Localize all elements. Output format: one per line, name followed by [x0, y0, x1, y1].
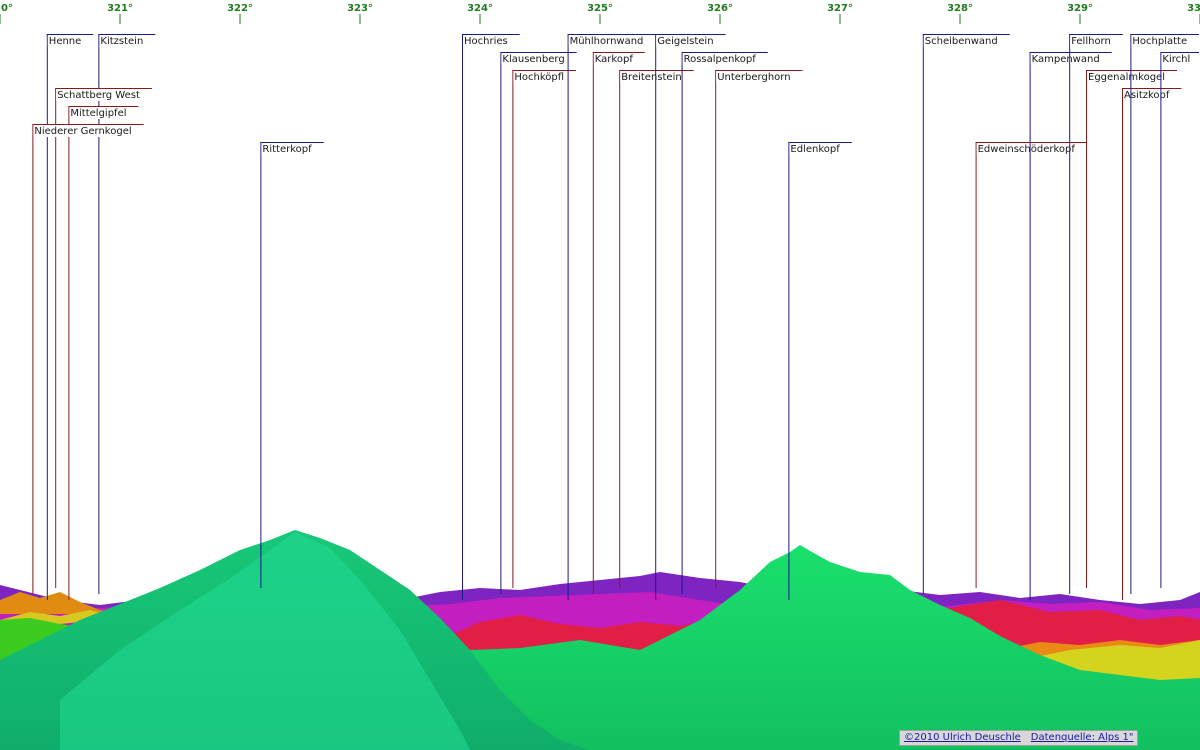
- peak-marker[interactable]: Rossalpenkopf: [681, 52, 768, 594]
- copyright-link[interactable]: ©2010 Ulrich Deuschle: [904, 732, 1021, 743]
- peak-marker[interactable]: Kirchl: [1160, 52, 1199, 588]
- peak-name: Eggenalmkogel: [1088, 72, 1165, 83]
- peak-name: Hochplatte: [1132, 36, 1187, 47]
- peak-name: Fellhorn: [1071, 36, 1111, 47]
- azimuth-tick-label: 320°: [0, 3, 13, 14]
- azimuth-tick-label: 324°: [467, 3, 493, 14]
- data-source-link[interactable]: Datenquelle: Alps 1": [1031, 732, 1134, 743]
- peak-marker[interactable]: Mittelgipfel: [68, 106, 139, 600]
- azimuth-tick-label: 326°: [707, 3, 733, 14]
- peak-marker[interactable]: Ritterkopf: [260, 142, 324, 588]
- azimuth-scale: 320° 321° 322° 323° 324° 325° 326° 327° 328° 329°…: [0, 3, 1200, 24]
- peak-marker[interactable]: Kampenwand: [1029, 52, 1112, 600]
- peak-marker[interactable]: Edlenkopf: [788, 142, 852, 600]
- peak-name: Geigelstein: [657, 36, 713, 47]
- peak-name: Hochries: [464, 36, 508, 47]
- panorama-viewport: 320° 321° 322° 323° 324° 325° 326° 327° 328° 329°…: [0, 0, 1200, 750]
- peak-name: Mittelgipfel: [70, 108, 126, 119]
- credit-bar: ©2010 Ulrich Deuschle Datenquelle: Alps 1…: [899, 730, 1139, 746]
- peak-name: Mühlhornwand: [570, 36, 644, 47]
- peak-name: Henne: [49, 36, 82, 47]
- peak-labels: Henne Kitzstein Schattberg West Mittelgipfe…: [32, 34, 1199, 600]
- azimuth-tick-label: 329°: [1067, 3, 1093, 14]
- peak-marker[interactable]: Schattberg West: [55, 88, 152, 588]
- peak-marker[interactable]: Fellhorn: [1069, 34, 1123, 594]
- peak-name: Karkopf: [595, 54, 634, 65]
- peak-marker[interactable]: Mühlhornwand: [567, 34, 656, 600]
- azimuth-tick-label: 328°: [947, 3, 973, 14]
- peak-marker[interactable]: Eggenalmkogel: [1086, 70, 1177, 588]
- peak-name: Hochköpfl: [514, 72, 564, 83]
- azimuth-tick-label: 321°: [107, 3, 133, 14]
- peak-name: Edlenkopf: [790, 144, 840, 155]
- peak-name: Unterberghorn: [717, 72, 790, 83]
- peak-marker[interactable]: Geigelstein: [655, 34, 726, 600]
- peak-name: Kampenwand: [1032, 54, 1100, 65]
- peak-marker[interactable]: Klausenberg: [500, 52, 577, 594]
- peak-name: Scheibenwand: [925, 36, 998, 47]
- azimuth-tick-label: 322°: [227, 3, 253, 14]
- peak-marker[interactable]: Edweinschöderkopf: [975, 142, 1087, 588]
- peak-name: Kitzstein: [100, 36, 143, 47]
- peak-name: Klausenberg: [502, 54, 564, 65]
- peak-name: Breitenstein: [621, 72, 682, 83]
- peak-marker[interactable]: Hochköpfl: [512, 70, 577, 588]
- peak-name: Ritterkopf: [262, 144, 312, 155]
- peak-marker[interactable]: Hochries: [462, 34, 520, 600]
- annotation-layer: 320° 321° 322° 323° 324° 325° 326° 327° 328° 329°…: [0, 3, 1200, 600]
- azimuth-tick-label: 325°: [587, 3, 613, 14]
- peak-marker[interactable]: Niederer Gernkogel: [32, 124, 144, 594]
- peak-marker[interactable]: Scheibenwand: [922, 34, 1010, 594]
- peak-marker[interactable]: Hochplatte: [1130, 34, 1199, 594]
- peak-marker[interactable]: Karkopf: [592, 52, 645, 594]
- peak-name: Edweinschöderkopf: [978, 144, 1076, 155]
- azimuth-tick-label: 323°: [347, 3, 373, 14]
- peak-name: Niederer Gernkogel: [34, 126, 131, 137]
- peak-name: Schattberg West: [57, 90, 140, 101]
- azimuth-tick-label: 327°: [827, 3, 853, 14]
- peak-name: Rossalpenkopf: [684, 54, 757, 65]
- azimuth-tick-label: 330°: [1187, 3, 1200, 14]
- peak-name: Kirchl: [1162, 54, 1190, 65]
